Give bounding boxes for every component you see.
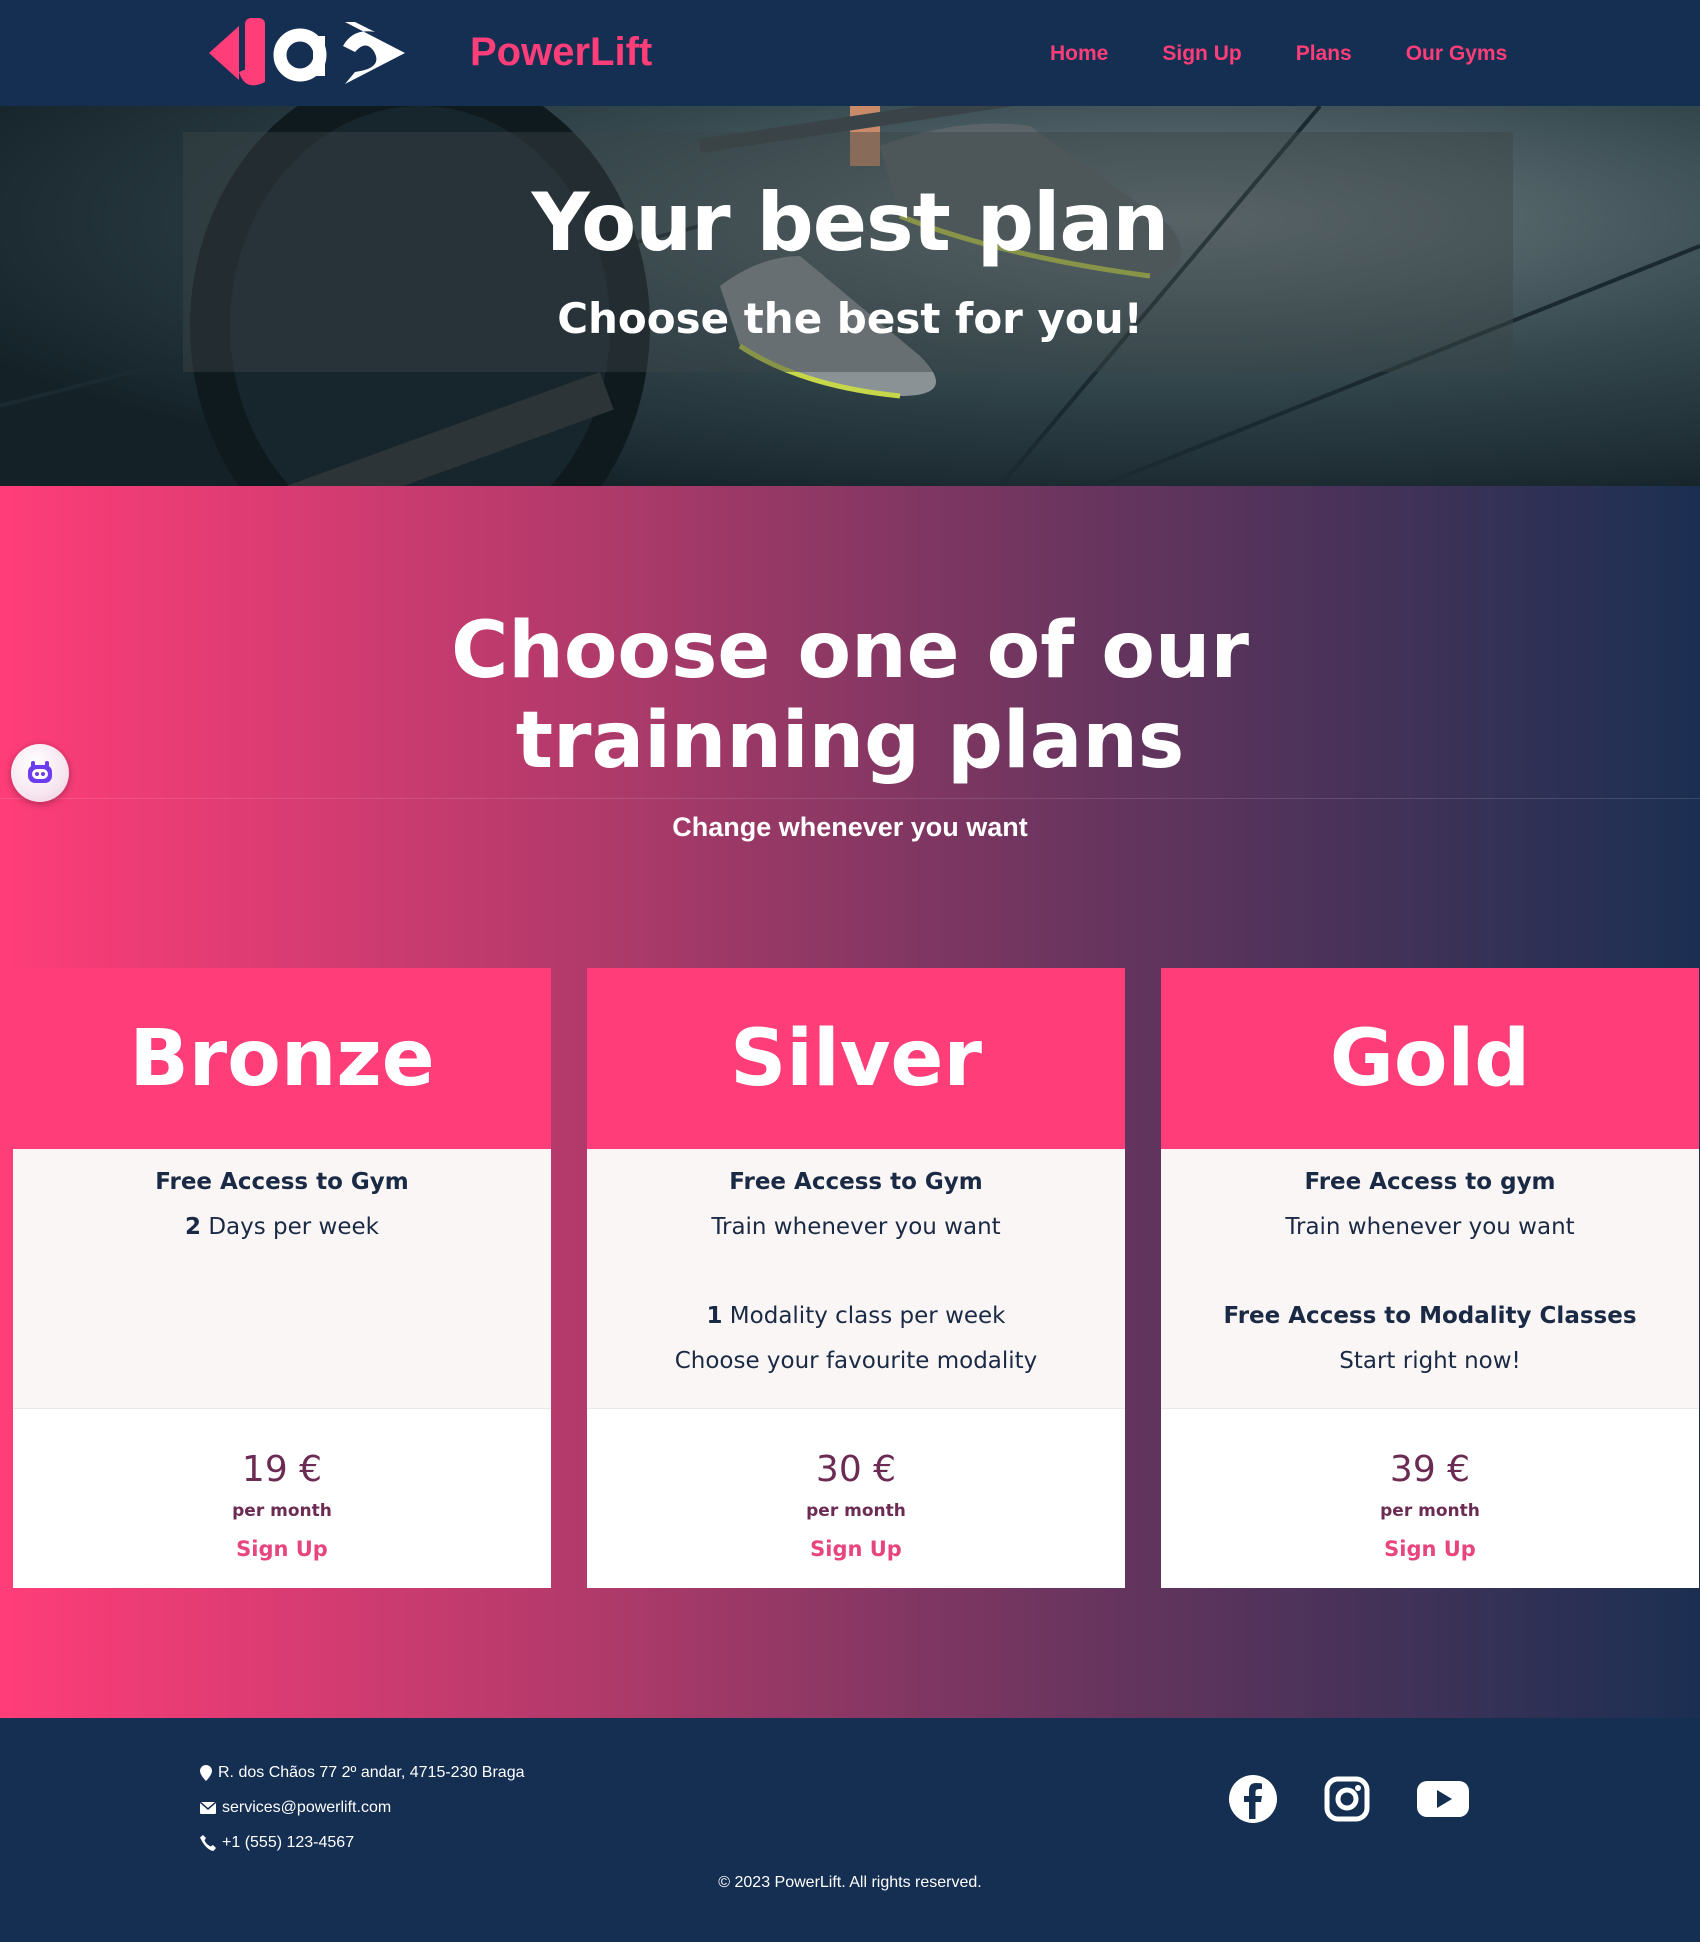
copyright-text: © 2023 PowerLift. All rights reserved. — [718, 1874, 982, 1891]
hero-subtitle: Choose the best for you! — [557, 294, 1143, 343]
address-text: R. dos Chãos 77 2º andar, 4715-230 Braga — [218, 1764, 525, 1781]
plan-card-header: Silver — [587, 968, 1125, 1149]
phone-text[interactable]: +1 (555) 123-4567 — [222, 1834, 354, 1852]
plan-feature: Free Access to Gym — [155, 1169, 409, 1195]
plan-features: Free Access to Gym 2 Days per week — [13, 1149, 551, 1409]
plan-features: Free Access to Gym Train whenever you wa… — [587, 1149, 1125, 1409]
plan-feature-text: Days per week — [201, 1214, 379, 1240]
plan-period: per month — [806, 1501, 906, 1521]
plan-feature-number: 2 — [185, 1214, 202, 1240]
plan-name: Gold — [1329, 1013, 1531, 1104]
site-footer: R. dos Chãos 77 2º andar, 4715-230 Braga… — [0, 1718, 1700, 1942]
plan-price: 19 € — [241, 1449, 323, 1490]
plan-feature: 1 Modality class per week — [587, 1303, 1125, 1329]
assistant-bubble[interactable] — [11, 744, 69, 802]
plan-signup-button[interactable]: Sign Up — [587, 1537, 1125, 1561]
brand-name[interactable]: PowerLift — [470, 30, 652, 75]
plan-feature: Free Access to Gym — [729, 1169, 983, 1195]
plan-feature: 2 Days per week — [13, 1214, 551, 1240]
youtube-icon[interactable] — [1416, 1779, 1470, 1823]
plan-card-bronze: Bronze Free Access to Gym 2 Days per wee… — [13, 968, 551, 1588]
plan-pricing: 30 € per month Sign Up — [587, 1409, 1125, 1588]
footer-address: R. dos Chãos 77 2º andar, 4715-230 Braga — [200, 1764, 525, 1782]
plan-signup-button[interactable]: Sign Up — [13, 1537, 551, 1561]
nav-our-gyms[interactable]: Our Gyms — [1406, 42, 1508, 66]
hero-banner: Your best plan Choose the best for you! — [0, 106, 1700, 486]
email-link[interactable]: services@powerlift.com — [222, 1799, 391, 1817]
plans-section: Choose one of our trainning plans Change… — [0, 486, 1700, 1718]
plan-card-gold: Gold Free Access to gym Train whenever y… — [1161, 968, 1699, 1588]
plan-price: 30 € — [815, 1449, 897, 1490]
plan-name: Bronze — [129, 1013, 435, 1104]
phone-icon — [200, 1835, 216, 1851]
plan-period: per month — [232, 1501, 332, 1521]
main-nav: Home Sign Up Plans Our Gyms — [1050, 42, 1507, 66]
hero-title: Your best plan — [531, 176, 1170, 269]
plan-card-silver: Silver Free Access to Gym Train whenever… — [587, 968, 1125, 1588]
plan-period: per month — [1380, 1501, 1480, 1521]
social-links — [1228, 1774, 1470, 1828]
nav-home[interactable]: Home — [1050, 42, 1108, 66]
plan-feature: Start right now! — [1339, 1348, 1521, 1374]
plan-feature: Choose your favourite modality — [674, 1348, 1038, 1374]
logo[interactable] — [205, 10, 440, 96]
plan-signup-button[interactable]: Sign Up — [1161, 1537, 1699, 1561]
plan-features: Free Access to gym Train whenever you wa… — [1161, 1149, 1699, 1409]
plans-subtitle: Change whenever you want — [672, 812, 1028, 842]
plan-feature: Train whenever you want — [711, 1214, 1001, 1240]
plan-feature-number: 1 — [706, 1303, 723, 1329]
nav-plans[interactable]: Plans — [1296, 42, 1352, 66]
footer-email: services@powerlift.com — [200, 1799, 391, 1817]
envelope-icon — [200, 1802, 216, 1814]
plan-price: 39 € — [1389, 1449, 1471, 1490]
facebook-icon[interactable] — [1228, 1774, 1278, 1828]
plans-title: Choose one of our trainning plans — [451, 606, 1249, 786]
robot-icon — [28, 761, 52, 783]
plan-card-header: Bronze — [13, 968, 551, 1149]
plan-feature: Train whenever you want — [1285, 1214, 1575, 1240]
divider — [0, 798, 1700, 799]
plan-pricing: 39 € per month Sign Up — [1161, 1409, 1699, 1588]
plan-feature-text: Modality class per week — [722, 1303, 1006, 1329]
plan-pricing: 19 € per month Sign Up — [13, 1409, 551, 1588]
map-pin-icon — [200, 1765, 212, 1781]
instagram-icon[interactable] — [1324, 1776, 1370, 1826]
plan-feature: Free Access to Modality Classes — [1223, 1303, 1637, 1329]
plan-name: Silver — [730, 1013, 982, 1104]
footer-phone: +1 (555) 123-4567 — [200, 1834, 354, 1852]
nav-sign-up[interactable]: Sign Up — [1162, 42, 1241, 66]
plan-card-header: Gold — [1161, 968, 1699, 1149]
plan-feature: Free Access to gym — [1304, 1169, 1556, 1195]
site-header: PowerLift Home Sign Up Plans Our Gyms — [0, 0, 1700, 106]
